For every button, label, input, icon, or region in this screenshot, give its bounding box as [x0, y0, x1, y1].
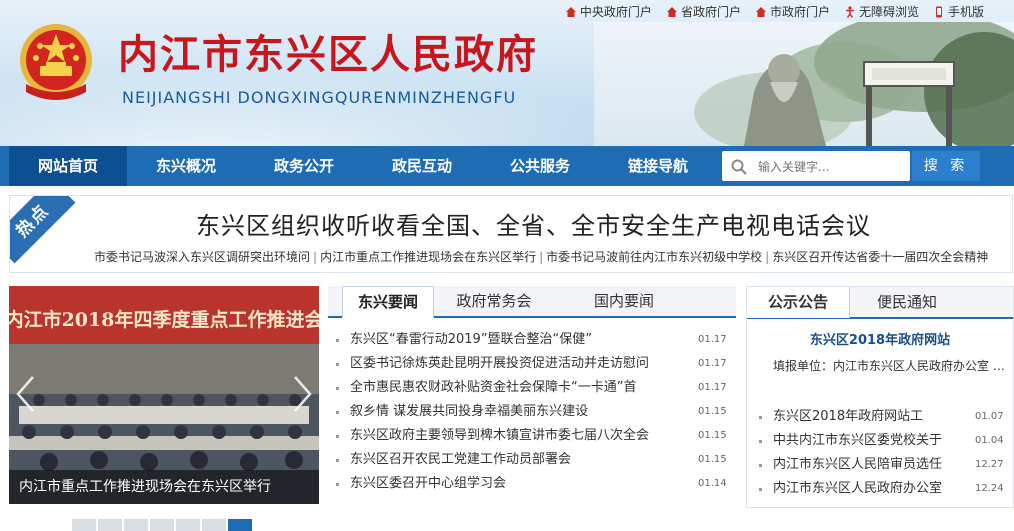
mobile-phone-icon — [935, 6, 942, 17]
hot-sub-link[interactable]: 市委书记马波前往内江市东兴初级中学校 — [546, 250, 762, 264]
home-icon — [666, 6, 677, 17]
news-tabbar: 东兴要闻 政府常务会 国内要闻 — [328, 286, 736, 318]
slide-dot[interactable] — [202, 519, 226, 531]
hot-news-panel: 热点 东兴区组织收听收看全国、全省、全市安全生产电视电话会议 市委书记马波深入东… — [9, 195, 1013, 273]
list-item[interactable]: 东兴区政府主要领导到椑木镇宣讲市委七届八次全会 01.15 — [328, 424, 736, 448]
news-list: 东兴区“春雷行动2019”暨联合整治“保健” 01.17 区委书记徐炼英赴昆明开展… — [328, 328, 736, 496]
featured-notice-desc: 填报单位：内江市东兴区人民政府办公室 … — [773, 359, 1005, 373]
home-icon — [755, 6, 766, 17]
home-icon — [565, 6, 576, 17]
slide-dot[interactable] — [98, 519, 122, 531]
list-item[interactable]: 内江市东兴区人民政府办公室 12.24 — [747, 477, 1013, 501]
site-header: 内江市东兴区人民政府 NEIJIANGSHI DONGXINGQURENMINZ… — [0, 0, 1014, 146]
list-item[interactable]: 区委书记徐炼英赴昆明开展投资促进活动并走访慰问 01.17 — [328, 352, 736, 376]
tab-dongxing-news[interactable]: 东兴要闻 — [342, 286, 434, 318]
national-emblem-icon — [20, 24, 92, 100]
top-link-city-gov[interactable]: 市政府门户 — [755, 3, 830, 20]
hot-sub-link[interactable]: 市委书记马波深入东兴区调研突出环境问 — [94, 250, 310, 264]
slide-dot[interactable] — [72, 519, 96, 531]
top-link-province-gov[interactable]: 省政府门户 — [666, 3, 741, 20]
photo-slideshow[interactable]: 内江市2018年四季度重点工作推进会 内江市重点工作推进现场会在东兴区举行 — [9, 286, 319, 504]
slide-caption[interactable]: 内江市重点工作推进现场会在东兴区举行 — [9, 470, 319, 504]
top-link-accessibility[interactable]: 无障碍浏览 — [844, 3, 919, 20]
slide-dot[interactable] — [176, 519, 200, 531]
search-input[interactable] — [756, 155, 910, 179]
hot-sub-link[interactable]: 内江市重点工作推进现场会在东兴区举行 — [320, 250, 536, 264]
hot-headline[interactable]: 东兴区组织收听收看全国、全省、全市安全生产电视电话会议 — [196, 206, 871, 241]
nav-item-overview[interactable]: 东兴概况 — [127, 146, 245, 186]
slide-dot[interactable] — [150, 519, 174, 531]
nav-item-links[interactable]: 链接导航 — [599, 146, 717, 186]
top-link-mobile[interactable]: 手机版 — [933, 3, 984, 20]
featured-notice-title[interactable]: 东兴区2018年政府网站 — [747, 329, 1013, 348]
list-item[interactable]: 东兴区召开农民工党建工作动员部署会 01.15 — [328, 448, 736, 472]
nav-item-interaction[interactable]: 政民互动 — [363, 146, 481, 186]
slide-banner-text: 内江市2018年四季度重点工作推进会 — [9, 308, 319, 331]
notice-list: 东兴区2018年政府网站工 01.07 中共内江市东兴区委党校关于 01.04 内江… — [747, 405, 1013, 501]
slide-next-arrow-icon[interactable] — [291, 374, 315, 414]
list-item[interactable]: 全市惠民惠农财政补贴资金社会保障卡“一卡通”首 01.17 — [328, 376, 736, 400]
nav-item-home[interactable]: 网站首页 — [9, 146, 127, 186]
hot-sub-links: 市委书记马波深入东兴区调研突出环境问 | 内江市重点工作推进现场会在东兴区举行 | 市委… — [94, 250, 989, 264]
nav-item-public-service[interactable]: 公共服务 — [481, 146, 599, 186]
list-item[interactable]: 东兴区2018年政府网站工 01.07 — [747, 405, 1013, 429]
slide-pagination — [72, 519, 252, 531]
site-title: 内江市东兴区人民政府 — [118, 31, 538, 78]
tab-public-notices[interactable]: 便民通知 — [859, 287, 955, 317]
search-icon — [731, 159, 747, 175]
notice-tabbar: 公示公告 便民通知 — [747, 287, 1013, 319]
list-item[interactable]: 叙乡情 谋发展共同投身幸福美丽东兴建设 01.15 — [328, 400, 736, 424]
top-links: 中央政府门户 省政府门户 市政府门户 无障碍浏览 手机版 — [565, 3, 984, 20]
hot-tag: 热点 — [10, 196, 76, 264]
nav-item-gov-affairs[interactable]: 政务公开 — [245, 146, 363, 186]
list-item[interactable]: 东兴区“春雷行动2019”暨联合整治“保健” 01.17 — [328, 328, 736, 352]
header-scenery-image — [594, 22, 1014, 146]
search-box — [722, 151, 910, 181]
slide-dot-active[interactable] — [228, 519, 252, 531]
list-item[interactable]: 东兴区委召开中心组学习会 01.14 — [328, 472, 736, 496]
site-pinyin-title: NEIJIANGSHI DONGXINGQURENMINZHENGFU — [122, 88, 517, 107]
top-link-central-gov[interactable]: 中央政府门户 — [565, 3, 652, 20]
list-item[interactable]: 中共内江市东兴区委党校关于 01.04 — [747, 429, 1013, 453]
tab-national-news[interactable]: 国内要闻 — [574, 286, 674, 316]
list-item[interactable]: 内江市东兴区人民陪审员选任 12.27 — [747, 453, 1013, 477]
hot-sub-link[interactable]: 东兴区召开传达省委十一届四次全会精神 — [772, 250, 988, 264]
search-button[interactable]: 搜 索 — [912, 151, 980, 181]
slide-dot[interactable] — [124, 519, 148, 531]
accessibility-icon — [845, 5, 854, 18]
tab-gov-meetings[interactable]: 政府常务会 — [438, 286, 550, 316]
notice-panel: 公示公告 便民通知 东兴区2018年政府网站 填报单位：内江市东兴区人民政府办公… — [746, 286, 1014, 508]
tab-announcements[interactable]: 公示公告 — [747, 287, 850, 318]
slide-prev-arrow-icon[interactable] — [13, 374, 37, 414]
news-panel: 东兴要闻 政府常务会 国内要闻 东兴区“春雷行动2019”暨联合整治“保健” 01… — [328, 286, 736, 526]
